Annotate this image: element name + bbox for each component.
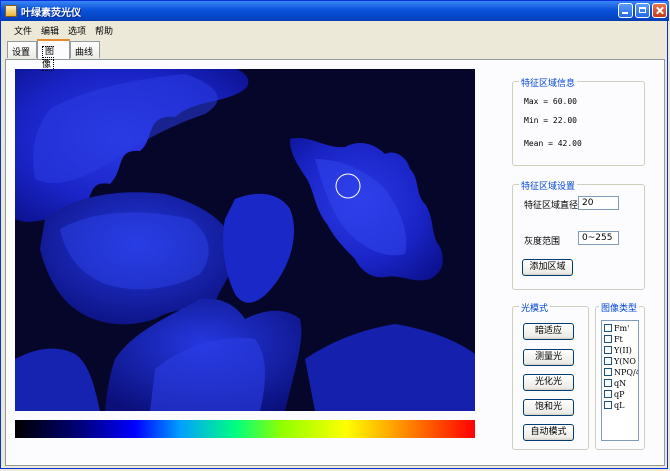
measuring-light-button[interactable]: 测量光 xyxy=(523,349,574,366)
tab-curve-label: 曲线 xyxy=(75,48,94,58)
checkbox[interactable] xyxy=(604,346,612,354)
checkbox[interactable] xyxy=(604,357,612,365)
main-window: 叶绿素荧光仪 文件 编辑 选项 帮助 设置 图像 曲线 特征区域信息 Max =… xyxy=(0,0,669,469)
add-region-button[interactable]: 添加区域 xyxy=(522,259,573,276)
menu-help[interactable]: 帮助 xyxy=(95,24,113,37)
dark-adapt-button[interactable]: 暗适应 xyxy=(523,323,574,340)
menu-file[interactable]: 文件 xyxy=(14,24,32,37)
leaf-image xyxy=(15,69,475,411)
fluorescence-image[interactable] xyxy=(15,69,475,411)
checkbox[interactable] xyxy=(604,335,612,343)
title-bar[interactable]: 叶绿素荧光仪 xyxy=(1,1,669,21)
image-type-item[interactable]: Y(II) xyxy=(604,346,632,357)
image-type-label: Ft xyxy=(614,335,623,344)
tab-settings[interactable]: 设置 xyxy=(7,41,37,58)
image-type-list[interactable]: Fm' Ft Y(II) Y(NO NPQ/4 qN qP qL xyxy=(601,320,639,441)
image-type-item[interactable]: qN xyxy=(604,379,626,390)
auto-mode-button[interactable]: 自动模式 xyxy=(523,424,574,441)
tab-settings-label: 设置 xyxy=(12,48,31,58)
image-type-item[interactable]: Y(NO xyxy=(604,357,636,368)
maximize-button[interactable] xyxy=(635,3,650,18)
image-type-label: NPQ/4 xyxy=(614,368,639,377)
feature-info-title: 特征区域信息 xyxy=(519,76,578,89)
close-button[interactable] xyxy=(652,3,667,18)
mean-value: Mean = 42.00 xyxy=(524,139,582,148)
image-type-label: Y(NO xyxy=(614,357,636,366)
color-scale-bar xyxy=(15,420,475,438)
tab-curve[interactable]: 曲线 xyxy=(70,41,100,58)
diameter-label: 特征区域直径 xyxy=(524,201,579,211)
image-type-item[interactable]: qL xyxy=(604,401,624,412)
gray-range-input[interactable] xyxy=(578,231,619,245)
image-type-label: qL xyxy=(614,401,625,410)
checkbox[interactable] xyxy=(604,368,612,376)
checkbox[interactable] xyxy=(604,401,612,409)
image-type-title: 图像类型 xyxy=(599,301,640,314)
menu-edit[interactable]: 编辑 xyxy=(41,24,59,37)
tab-strip: 设置 图像 曲线 xyxy=(5,39,665,71)
saturation-light-button[interactable]: 饱和光 xyxy=(523,399,574,416)
tab-image-label: 图像 xyxy=(42,46,55,71)
image-type-item[interactable]: NPQ/4 xyxy=(604,368,639,379)
app-icon xyxy=(5,5,17,17)
checkbox[interactable] xyxy=(604,324,612,332)
menu-bar: 文件 编辑 选项 帮助 xyxy=(1,21,667,37)
image-type-label: qN xyxy=(614,379,627,388)
window-title: 叶绿素荧光仪 xyxy=(21,8,81,19)
light-mode-title: 光模式 xyxy=(519,301,551,314)
menu-options[interactable]: 选项 xyxy=(68,24,86,37)
min-value: Min = 22.00 xyxy=(524,116,577,125)
minimize-button[interactable] xyxy=(618,3,633,18)
image-type-label: Fm' xyxy=(614,324,630,333)
tab-image[interactable]: 图像 xyxy=(37,39,70,71)
image-type-label: qP xyxy=(614,390,625,399)
image-type-item[interactable]: Fm' xyxy=(604,324,629,335)
actinic-light-button[interactable]: 光化光 xyxy=(523,374,574,391)
image-type-item[interactable]: qP xyxy=(604,390,625,401)
image-type-item[interactable]: Ft xyxy=(604,335,623,346)
diameter-input[interactable] xyxy=(578,196,619,210)
gray-range-label: 灰度范围 xyxy=(524,237,561,247)
feature-settings-title: 特征区域设置 xyxy=(519,179,578,192)
max-value: Max = 60.00 xyxy=(524,97,577,106)
checkbox[interactable] xyxy=(604,390,612,398)
checkbox[interactable] xyxy=(604,379,612,387)
image-type-label: Y(II) xyxy=(614,346,632,355)
